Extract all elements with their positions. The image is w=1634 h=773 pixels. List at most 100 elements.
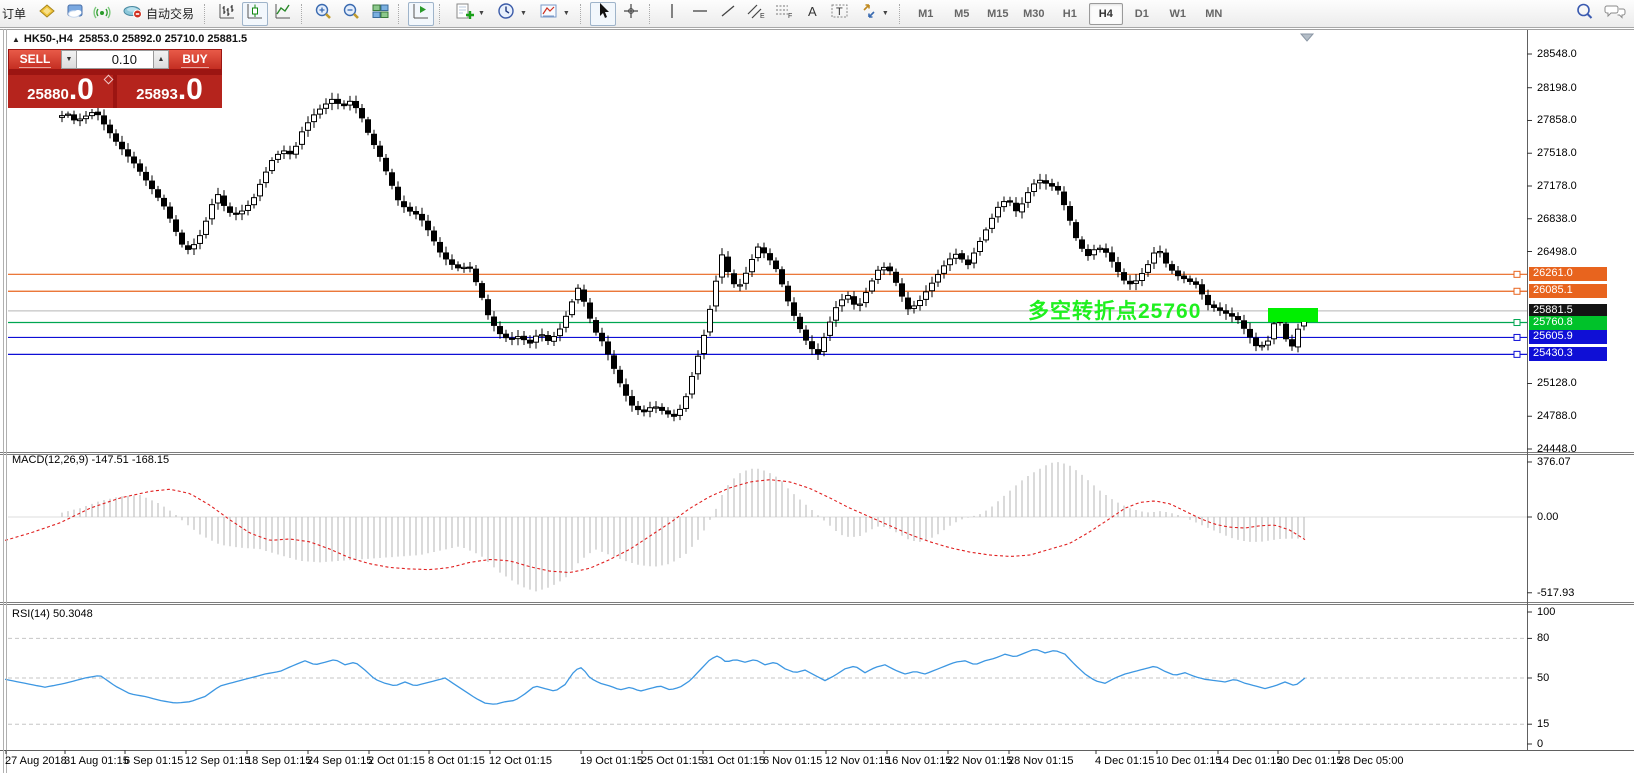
- time-label: 10 Dec 01:15: [1156, 755, 1222, 767]
- buy-price-display[interactable]: 25893.0: [117, 75, 222, 108]
- pivot-annotation-text[interactable]: 多空转折点25760: [1028, 295, 1201, 325]
- cursor-icon: [595, 2, 611, 25]
- fibonacci-button[interactable]: F: [771, 2, 797, 26]
- price-tick-28198.0: 28198.0: [1537, 81, 1577, 94]
- price-tag-26085.1: 26085.1: [1529, 284, 1607, 299]
- timeframe-H4[interactable]: H4: [1088, 2, 1123, 25]
- timeframe-W1[interactable]: W1: [1161, 3, 1195, 25]
- price-tick-27518.0: 27518.0: [1537, 147, 1577, 160]
- text-label-button[interactable]: T: [827, 2, 853, 26]
- main-toolbar: 订单 自动交易 ▼ ▼ ▼ E F A T ▼ M1 M5 M15 M30 H1…: [0, 0, 1634, 28]
- time-label: 12 Nov 01:15: [825, 755, 891, 767]
- time-label: 22 Nov 01:15: [947, 755, 1013, 767]
- price-tick-27178.0: 27178.0: [1537, 179, 1577, 192]
- arrows-button[interactable]: ▼: [855, 2, 894, 26]
- volume-input[interactable]: [77, 50, 153, 69]
- add-indicator-icon: [454, 2, 475, 26]
- time-label: 6 Nov 01:15: [763, 755, 823, 767]
- highlight-box[interactable]: [1268, 308, 1318, 322]
- clock-icon: [497, 2, 516, 26]
- rsi-tick-100: 100: [1537, 606, 1556, 618]
- text-a-icon: A: [804, 2, 820, 25]
- price-tick-26838.0: 26838.0: [1537, 212, 1577, 225]
- autotrading-icon: [123, 2, 143, 25]
- signals-button[interactable]: [90, 2, 116, 26]
- time-label: 20 Dec 01:15: [1277, 755, 1343, 767]
- candlestick-chart-button[interactable]: [242, 1, 269, 26]
- timeframe-M15[interactable]: M15: [981, 3, 1015, 25]
- hline-handle[interactable]: [1513, 333, 1521, 341]
- toolbar-separator: [648, 3, 654, 24]
- timeframe-D1[interactable]: D1: [1125, 3, 1159, 25]
- buy-button[interactable]: BUY: [169, 50, 221, 69]
- vertical-line-button[interactable]: [659, 2, 685, 26]
- macd-label: MACD(12,26,9) -147.51 -168.15: [12, 454, 170, 466]
- price-tag-25760.8: 25760.8: [1529, 315, 1607, 330]
- rsi-line: [4, 649, 1306, 705]
- crosshair-button[interactable]: [618, 2, 644, 26]
- chart-shift-marker-icon[interactable]: [1299, 33, 1315, 42]
- volume-up-button[interactable]: ▲: [153, 50, 169, 69]
- crosshair-icon: [622, 2, 640, 25]
- tile-windows-icon: [371, 2, 390, 25]
- text-button[interactable]: A: [799, 2, 825, 26]
- chart-plot-area[interactable]: [0, 28, 1634, 773]
- trendline-icon: [719, 2, 737, 25]
- horizontal-line-button[interactable]: [687, 2, 713, 26]
- trendline-button[interactable]: [715, 2, 741, 26]
- zoom-out-button[interactable]: [339, 2, 365, 26]
- dropdown-caret-icon: ▼: [562, 10, 570, 17]
- templates-button[interactable]: ▼: [534, 2, 575, 26]
- chart-shift-button[interactable]: [408, 1, 435, 26]
- cursor-button[interactable]: [589, 1, 616, 26]
- macd-tick-376.07: 376.07: [1537, 455, 1571, 468]
- hline-handle[interactable]: [1513, 350, 1521, 358]
- volume-down-button[interactable]: ▼: [61, 50, 77, 69]
- search-button[interactable]: [1572, 2, 1598, 26]
- macd-tick--517.93: -517.93: [1537, 586, 1575, 599]
- timeframe-group: M1 M5 M15 M30 H1 H4 D1 W1 MN: [909, 2, 1231, 25]
- mt4-window: 订单 自动交易 ▼ ▼ ▼ E F A T ▼ M1 M5 M15 M30 H1…: [0, 0, 1634, 773]
- chat-bubbles-icon: [1604, 2, 1626, 26]
- zoom-out-icon: [342, 2, 362, 26]
- template-icon: [539, 2, 559, 25]
- sell-price-display[interactable]: 25880.0: [8, 75, 113, 108]
- line-chart-button[interactable]: [270, 2, 296, 26]
- price-tag-25430.3: 25430.3: [1529, 347, 1607, 362]
- indicators-button[interactable]: ▼: [449, 2, 490, 26]
- time-label: 14 Dec 01:15: [1217, 755, 1283, 767]
- timeframe-M5[interactable]: M5: [945, 3, 979, 25]
- time-label: 2 Oct 01:15: [368, 755, 425, 767]
- sell-button[interactable]: SELL: [9, 50, 61, 69]
- sell-price: 25880: [27, 86, 69, 103]
- hline-handle[interactable]: [1513, 287, 1521, 295]
- toolbar-separator: [398, 3, 403, 24]
- dropdown-caret-icon: ▼: [881, 10, 889, 17]
- horizontal-line-icon: [691, 4, 709, 23]
- autotrading-button[interactable]: 自动交易: [118, 2, 199, 26]
- equidistant-channel-button[interactable]: E: [743, 2, 769, 26]
- price-tick-24448.0: 24448.0: [1537, 443, 1577, 455]
- collapse-arrow-icon[interactable]: ▲: [12, 35, 20, 44]
- channel-icon: E: [746, 2, 766, 25]
- zoom-in-button[interactable]: [311, 2, 337, 26]
- timeframe-H1[interactable]: H1: [1053, 3, 1087, 25]
- price-tick-28548.0: 28548.0: [1537, 48, 1577, 60]
- chat-button[interactable]: [1602, 2, 1628, 26]
- vertical-line-icon: [665, 2, 679, 25]
- search-icon: [1575, 2, 1595, 26]
- periods-button[interactable]: ▼: [492, 2, 532, 26]
- bar-chart-button[interactable]: [214, 2, 240, 26]
- timeframe-MN[interactable]: MN: [1197, 3, 1231, 25]
- macd-group: [4, 462, 1306, 592]
- new-order-button[interactable]: 订单: [2, 5, 32, 22]
- market-watch-button[interactable]: [34, 2, 60, 26]
- timeframe-M1[interactable]: M1: [909, 3, 943, 25]
- news-window-button[interactable]: [62, 2, 88, 26]
- hline-handle[interactable]: [1513, 270, 1521, 278]
- timeframe-M30[interactable]: M30: [1017, 3, 1051, 25]
- time-label: 24 Sep 01:15: [307, 755, 373, 767]
- hline-handle[interactable]: [1513, 319, 1521, 327]
- tile-windows-button[interactable]: [367, 2, 393, 26]
- text-label-icon: T: [830, 2, 850, 25]
